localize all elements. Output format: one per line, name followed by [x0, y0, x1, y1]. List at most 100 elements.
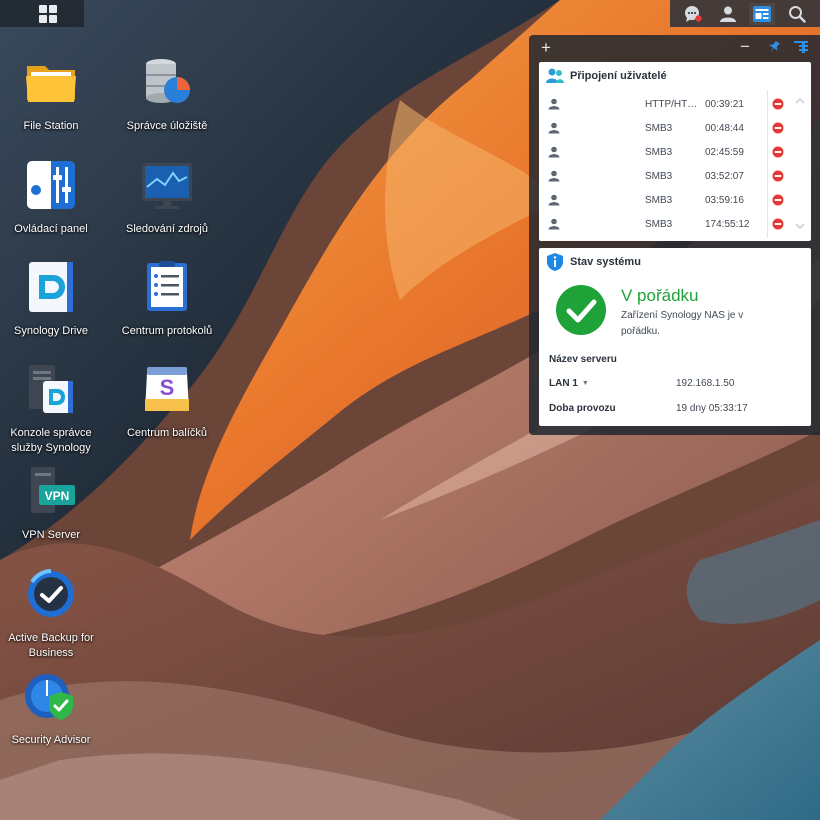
user-icon	[719, 6, 736, 22]
storage-manager-icon	[146, 59, 190, 103]
ok-check-icon	[556, 285, 606, 335]
desktop-icon-label: File Station	[23, 120, 79, 132]
connection-protocol: SMB3	[645, 219, 673, 230]
widgets-button[interactable]	[749, 2, 776, 25]
connection-time: 02:45:59	[705, 147, 744, 158]
connection-row: SMB3 03:59:16	[539, 188, 811, 212]
widgets-icon	[753, 5, 772, 22]
scroll-down-icon[interactable]	[795, 222, 805, 230]
desktop-icon-label: Sledování zdrojů	[126, 223, 208, 235]
connection-time: 03:52:07	[705, 171, 744, 182]
desktop-icon-package-center[interactable]: S Centrum balíčků	[115, 361, 219, 441]
synology-drive-icon	[29, 262, 73, 312]
user-icon	[548, 218, 560, 230]
resource-monitor-icon	[142, 163, 192, 209]
active-backup-icon	[28, 569, 74, 617]
disconnect-icon[interactable]	[772, 170, 784, 182]
connection-time: 03:59:16	[705, 195, 744, 206]
widget-title-text: Připojení uživatelé	[570, 70, 667, 82]
desktop-icon-label: VPN Server	[21, 529, 81, 541]
desktop-icon-security-advisor[interactable]: Security Advisor	[0, 668, 103, 748]
server-name-label: Název serveru	[549, 354, 617, 365]
user-icon	[548, 194, 560, 206]
connection-time: 00:48:44	[705, 123, 744, 134]
desktop-icon-synology-drive[interactable]: Synology Drive	[0, 259, 103, 339]
grid-icon-cell	[49, 5, 57, 13]
widget-toggle-icon[interactable]	[794, 41, 808, 53]
user-icon	[548, 122, 560, 134]
system-status-title: Stav systému	[539, 248, 811, 276]
desktop-icon-label: Security Advisor	[11, 734, 91, 746]
add-widget-button[interactable]: +	[541, 39, 551, 56]
main-menu-button[interactable]	[38, 4, 58, 24]
connected-users-title: Připojení uživatelé	[539, 62, 811, 90]
svg-text:S: S	[160, 375, 175, 400]
desktop-icon-vpn-server[interactable]: VPN VPN Server	[0, 463, 103, 543]
disconnect-icon[interactable]	[772, 98, 784, 110]
control-panel-icon	[27, 161, 75, 209]
connection-protocol: HTTP/HTTPS	[645, 99, 703, 110]
disconnect-icon[interactable]	[772, 122, 784, 134]
pin-icon[interactable]	[767, 40, 781, 54]
desktop-icon-drive-admin-console[interactable]: Konzole správce služby Synology	[0, 361, 103, 456]
user-icon	[548, 170, 560, 182]
notification-chat-icon	[685, 5, 702, 22]
connection-time: 174:55:12	[705, 219, 750, 230]
svg-text:VPN: VPN	[45, 489, 70, 503]
disconnect-icon[interactable]	[772, 218, 784, 230]
widget-title-text: Stav systému	[570, 256, 641, 268]
desktop-icon-log-center[interactable]: Centrum protokolů	[115, 259, 219, 339]
desktop-icon-label: Synology Drive	[14, 325, 88, 337]
connection-row: SMB3 03:52:07	[539, 164, 811, 188]
desktop-icon-label: Centrum balíčků	[126, 427, 208, 439]
minimize-widgets-button[interactable]: −	[740, 38, 750, 55]
desktop-icon-active-backup[interactable]: Active Backup for Business	[0, 566, 103, 661]
search-button[interactable]	[784, 3, 810, 25]
user-icon	[548, 98, 560, 110]
grid-icon-cell	[39, 15, 47, 23]
connection-row: SMB3 174:55:12	[539, 212, 811, 236]
system-status-text: V pořádku	[621, 286, 699, 305]
desktop-icon-storage-manager[interactable]: Správce úložiště	[115, 54, 219, 134]
drive-admin-console-icon	[29, 365, 73, 413]
connection-row: SMB3 02:45:59	[539, 140, 811, 164]
user-menu-button[interactable]	[715, 3, 741, 25]
taskbar-right	[670, 0, 820, 27]
taskbar-left	[0, 0, 84, 27]
connection-row: SMB3 00:48:44	[539, 116, 811, 140]
connection-protocol: SMB3	[645, 123, 673, 134]
notifications-button[interactable]	[680, 3, 706, 25]
connection-protocol: SMB3	[645, 171, 673, 182]
package-center-icon: S	[145, 367, 189, 411]
connection-row: HTTP/HTTPS 00:39:21	[539, 92, 811, 116]
user-icon	[548, 146, 560, 158]
uptime-label: Doba provozu	[549, 403, 616, 414]
desktop-icon-label: Ovládací panel	[14, 223, 88, 235]
users-icon	[546, 68, 564, 83]
desktop-icon-label: Active Backup for Business	[8, 632, 94, 659]
chevron-down-icon: ▼	[581, 380, 589, 387]
grid-icon	[39, 5, 47, 13]
desktop-icon-file-station[interactable]: File Station	[0, 54, 103, 134]
desktop-icon-label: Správce úložiště	[126, 120, 208, 132]
system-status-description: Zařízení Synology NAS je v pořádku.	[621, 310, 744, 337]
connection-time: 00:39:21	[705, 99, 744, 110]
desktop-icon-label: Konzole správce služby Synology	[10, 427, 92, 454]
scroll-up-icon[interactable]	[795, 97, 805, 105]
uptime-value: 19 dny 05:33:17	[676, 403, 748, 414]
lan-label: LAN 1	[549, 378, 578, 389]
grid-icon-cell	[49, 15, 57, 23]
search-icon	[788, 5, 806, 23]
desktop-icon-resource-monitor[interactable]: Sledování zdrojů	[115, 157, 219, 237]
security-advisor-icon	[25, 674, 73, 720]
lan-ip-value: 192.168.1.50	[676, 378, 735, 389]
connected-users-widget: Připojení uživatelé HTTP/HTTPS 00:39:21 SM…	[539, 62, 811, 241]
folder-icon	[26, 66, 76, 102]
vpn-server-icon: VPN	[31, 467, 75, 513]
disconnect-icon[interactable]	[772, 146, 784, 158]
disconnect-icon[interactable]	[772, 194, 784, 206]
desktop-icon-control-panel[interactable]: Ovládací panel	[0, 157, 103, 237]
lan-selector[interactable]: LAN 1 ▼	[549, 378, 589, 389]
connection-protocol: SMB3	[645, 195, 673, 206]
info-shield-icon	[547, 253, 563, 271]
